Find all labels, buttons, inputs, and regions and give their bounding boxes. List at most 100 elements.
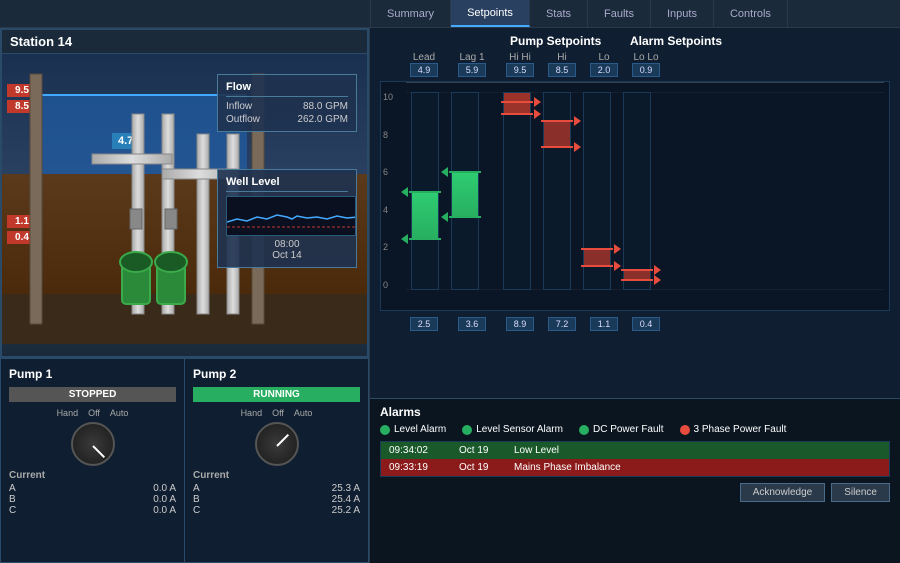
lolo-bar-track [623, 92, 651, 290]
ground-layer [2, 294, 367, 344]
station-title: Station 14 [2, 30, 367, 54]
pump2-auto: Auto [294, 408, 313, 418]
hi-top-val[interactable]: 8.5 [548, 63, 576, 77]
pump2-phaseC-value: 25.2 A [332, 505, 360, 516]
hi-top-marker [541, 120, 573, 122]
water-level [32, 94, 247, 174]
tab-stats[interactable]: Stats [530, 0, 588, 27]
lag1-bar-fill [452, 173, 478, 218]
well-chart [226, 196, 356, 236]
tab-controls[interactable]: Controls [714, 0, 788, 27]
setpoints-chart: 10 8 6 4 2 0 [380, 81, 890, 311]
lo-bottom-val[interactable]: 1.1 [590, 317, 618, 331]
legend-sensor-alarm-dot [462, 425, 472, 435]
alarm-bottom-vals: 8.9 7.2 1.1 0.4 [506, 315, 660, 331]
pump1-dial[interactable] [71, 422, 115, 466]
pump1-status: STOPPED [9, 387, 176, 402]
inflow-label: Inflow [226, 101, 252, 112]
well-date: Oct 14 [272, 250, 301, 261]
pump2-phaseB-label: B [193, 494, 200, 505]
pump1-current: Current A 0.0 A B 0.0 A C 0.0 A [9, 470, 176, 516]
pump1-off: Off [88, 408, 100, 418]
y-axis: 10 8 6 4 2 0 [383, 92, 393, 290]
grid-8 [406, 82, 884, 83]
lead-label: Lead [413, 52, 435, 63]
lead-top-arrow [401, 187, 408, 197]
acknowledge-button[interactable]: Acknowledge [740, 483, 825, 502]
level-85: 8.5 [7, 100, 37, 113]
pump1-card: Pump 1 STOPPED Hand Off Auto Current A [0, 358, 185, 563]
legend-level-alarm-label: Level Alarm [394, 424, 446, 435]
hihi-bottom-val[interactable]: 8.9 [506, 317, 534, 331]
pump1-auto: Auto [110, 408, 129, 418]
pump2-dial[interactable] [255, 422, 299, 466]
y-0: 0 [383, 280, 393, 290]
alarm1-message: Low Level [510, 444, 563, 457]
tab-summary[interactable]: Summary [370, 0, 451, 27]
tab-faults[interactable]: Faults [588, 0, 651, 27]
hi-bar-col [543, 92, 571, 290]
lo-top-val[interactable]: 2.0 [590, 63, 618, 77]
well-chart-svg [227, 197, 356, 236]
lo-bottom-marker [581, 265, 613, 267]
hi-bottom-val[interactable]: 7.2 [548, 317, 576, 331]
pump2-current: Current A 25.3 A B 25.4 A C 25.2 A [193, 470, 360, 516]
alarm2-date: Oct 19 [455, 461, 510, 474]
pump1-mode: Hand Off Auto [9, 408, 176, 418]
pump2-dial-container [193, 422, 360, 466]
lag1-top-arrow [441, 167, 448, 177]
lo-col-header: Lo 2.0 [590, 52, 618, 79]
silence-button[interactable]: Silence [831, 483, 890, 502]
pump1-phaseC-label: C [9, 505, 16, 516]
lolo-bottom-val[interactable]: 0.4 [632, 317, 660, 331]
alarm-list: 09:34:02 Oct 19 Low Level 09:33:19 Oct 1… [380, 441, 890, 477]
pump1-dial-needle [92, 445, 105, 458]
hi-top-arrow [574, 116, 581, 126]
tab-setpoints[interactable]: Setpoints [451, 0, 530, 27]
hihi-top-arrow [534, 97, 541, 107]
hihi-col-header: Hi Hi 9.5 [506, 52, 534, 79]
lag1-top-val[interactable]: 5.9 [458, 63, 486, 77]
hihi-top-val[interactable]: 9.5 [506, 63, 534, 77]
hihi-top-marker [501, 101, 533, 103]
top-nav: Summary Setpoints Stats Faults Inputs Co… [0, 0, 900, 28]
lolo-top-val[interactable]: 0.9 [632, 63, 660, 77]
pumps-panel: Pump 1 STOPPED Hand Off Auto Current A [0, 358, 369, 563]
alarms-panel: Alarms Level Alarm Level Sensor Alarm DC… [370, 398, 900, 563]
lead-bottom-val[interactable]: 2.5 [410, 317, 438, 331]
legend-level-alarm: Level Alarm [380, 424, 446, 435]
pump2-phaseC-label: C [193, 505, 200, 516]
legend-sensor-alarm-label: Level Sensor Alarm [476, 424, 563, 435]
station-visual: 9.5 8.5 1.1 0.4 4.7 [2, 54, 367, 344]
alarm-setpoints-title: Alarm Setpoints [630, 34, 722, 48]
station-view: Station 14 9.5 8.5 1.1 0.4 [0, 28, 369, 358]
well-time: 08:00 [274, 239, 299, 250]
pump-bottom-vals: 2.5 3.6 [410, 315, 486, 331]
pump2-current-title: Current [193, 470, 360, 481]
pump2-off: Off [272, 408, 284, 418]
lead-bar-fill [412, 193, 438, 240]
lo-bottom-arrow [614, 261, 621, 271]
lead-top-val[interactable]: 4.9 [410, 63, 438, 77]
hi-bar-fill [544, 122, 570, 147]
pump2-phaseA-label: A [193, 483, 200, 494]
setpoints-headers: Pump Setpoints Alarm Setpoints [380, 34, 890, 48]
well-level-title: Well Level [226, 176, 348, 192]
lag1-label: Lag 1 [459, 52, 484, 63]
setpoints-area: Pump Setpoints Alarm Setpoints Lead 4.9 … [370, 28, 900, 398]
legend-3phase-fault: 3 Phase Power Fault [680, 424, 787, 435]
lag1-bottom-arrow [441, 212, 448, 222]
pump2-title: Pump 2 [193, 367, 360, 381]
pump1-phaseC-row: C 0.0 A [9, 505, 176, 516]
lag1-bottom-val[interactable]: 3.6 [458, 317, 486, 331]
main-layout: Station 14 9.5 8.5 1.1 0.4 [0, 28, 900, 563]
lead-bottom-arrow [401, 234, 408, 244]
outflow-label: Outflow [226, 114, 260, 125]
pump-col-labels: Lead 4.9 Lag 1 5.9 [410, 52, 486, 79]
hi-bottom-arrow [574, 142, 581, 152]
lolo-top-marker [621, 269, 653, 271]
pump2-status: RUNNING [193, 387, 360, 402]
pump2-phaseA-row: A 25.3 A [193, 483, 360, 494]
tab-inputs[interactable]: Inputs [651, 0, 714, 27]
lolo-top-arrow [654, 265, 661, 275]
